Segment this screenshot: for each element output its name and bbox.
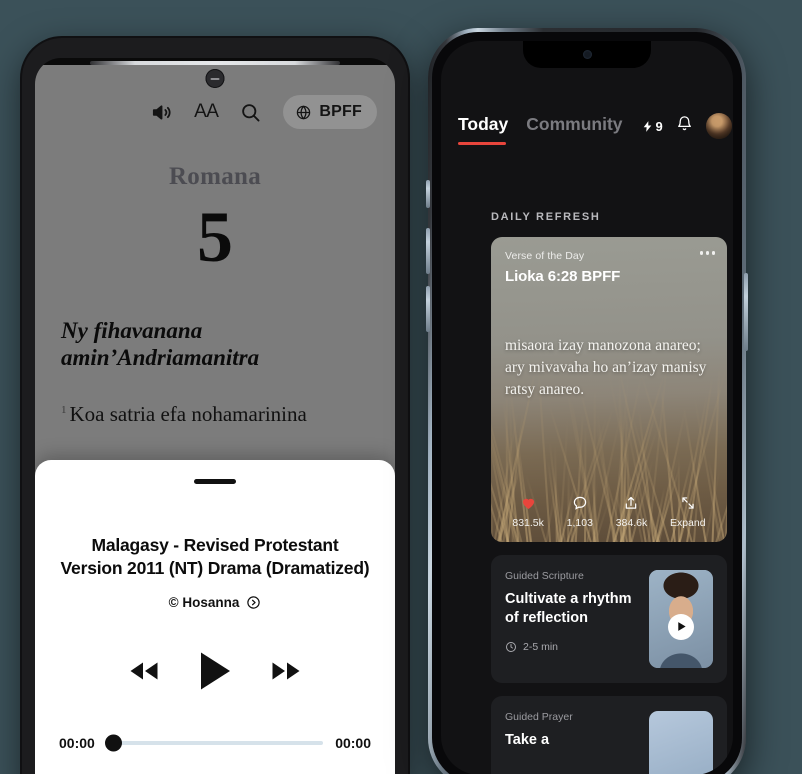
volume-up-button[interactable] — [426, 228, 430, 274]
section-label: DAILY REFRESH — [491, 211, 601, 223]
front-camera-icon — [582, 50, 592, 59]
right-phone-bezel: Today Community 9 DAILY REFRESH Verse of… — [432, 32, 742, 774]
expand-label: Expand — [669, 517, 706, 529]
comment-count: 1,103 — [566, 517, 593, 529]
comment-icon — [573, 496, 586, 510]
clock-icon — [506, 642, 516, 653]
section-heading: Ny fihavanana amin’Andriamanitra — [61, 318, 260, 371]
power-button[interactable] — [744, 273, 748, 351]
like-action[interactable]: 831.5k — [512, 495, 544, 529]
card-thumbnail[interactable] — [649, 711, 713, 774]
verse-paragraph: 1 Koa satria efa nohamarinina — [61, 399, 369, 431]
front-camera-icon — [205, 69, 225, 88]
share-action[interactable]: 384.6k — [615, 495, 648, 529]
streak-count: 9 — [655, 118, 663, 134]
votd-reference: Lioka 6:28 BPFF — [505, 268, 621, 285]
more-options-icon[interactable] — [699, 251, 715, 255]
track-title: Malagasy - Revised Protestant Version 20… — [60, 535, 370, 578]
votd-verse-text: misaora izay manozona anareo; ary mivava… — [505, 337, 707, 398]
share-icon — [626, 496, 637, 509]
left-phone-device: AA BPFF Romana 5 Ny fihavanana amin’Andr… — [22, 38, 408, 774]
card-title: Take a — [505, 732, 550, 748]
expand-action[interactable]: Expand — [670, 495, 706, 529]
header-actions: 9 — [641, 113, 732, 139]
heart-icon — [522, 498, 534, 509]
tab-community[interactable]: Community — [526, 114, 622, 138]
duration-label: 2-5 min — [523, 641, 559, 654]
card-title: Cultivate a rhythm of reflection — [505, 591, 632, 626]
fast-forward-icon[interactable] — [269, 659, 303, 688]
card-kicker: Guided Scripture — [505, 570, 584, 582]
language-label: BPFF — [319, 103, 362, 120]
font-size-button[interactable]: AA — [194, 101, 219, 123]
card-list: Verse of the Day Lioka 6:28 BPFF misaora… — [491, 237, 727, 774]
comment-action[interactable]: 1,103 — [567, 495, 593, 529]
globe-icon — [297, 104, 311, 120]
bell-icon[interactable] — [676, 115, 693, 137]
tab-today[interactable]: Today — [458, 114, 508, 145]
progress-slider[interactable] — [104, 734, 324, 751]
app-header: Today Community 9 — [441, 101, 733, 151]
play-icon[interactable] — [197, 650, 233, 697]
info-chevron-icon[interactable] — [246, 595, 261, 610]
card-kicker: Guided Prayer — [505, 711, 573, 723]
votd-kicker: Verse of the Day — [505, 250, 585, 262]
left-phone-frame: AA BPFF Romana 5 Ny fihavanana amin’Andr… — [35, 58, 395, 774]
mute-switch[interactable] — [426, 180, 430, 208]
grass-blade — [723, 421, 727, 542]
lightning-icon — [643, 120, 651, 132]
chapter-number: 5 — [197, 197, 233, 277]
share-count: 384.6k — [615, 517, 648, 529]
track-copyright-row[interactable]: © Hosanna — [59, 595, 371, 610]
card-text: Guided Prayer Take a — [505, 711, 649, 774]
card-duration: 2-5 min — [505, 641, 641, 653]
total-time: 00:00 — [335, 734, 371, 751]
language-selector-button[interactable]: BPFF — [283, 95, 377, 129]
copyright-label: © Hosanna — [168, 594, 240, 610]
card-thumbnail[interactable] — [649, 570, 713, 668]
rewind-icon[interactable] — [127, 659, 161, 688]
avatar[interactable] — [705, 113, 732, 139]
search-icon[interactable] — [239, 101, 262, 124]
guided-scripture-card[interactable]: Guided Scripture Cultivate a rhythm of r… — [491, 555, 727, 683]
votd-header: Verse of the Day Lioka 6:28 BPFF — [505, 250, 715, 285]
notch — [523, 41, 651, 68]
reader-content: Romana 5 Ny fihavanana amin’Andriamanitr… — [35, 139, 395, 431]
slider-thumb[interactable] — [104, 734, 122, 751]
votd-action-row: 831.5k 1,103 384.6k Expand — [501, 495, 717, 529]
sheet-drag-handle[interactable] — [194, 479, 236, 484]
transport-controls — [59, 650, 371, 697]
right-phone-screen: Today Community 9 DAILY REFRESH Verse of… — [441, 41, 733, 774]
reader-toolbar: AA BPFF — [35, 89, 395, 135]
verse-text: Koa satria efa nohamarinina — [69, 402, 307, 427]
left-phone-screen: AA BPFF Romana 5 Ny fihavanana amin’Andr… — [35, 65, 395, 774]
book-name: Romana — [168, 163, 262, 190]
scrubber-row: 00:00 00:00 — [59, 734, 371, 751]
guided-prayer-card[interactable]: Guided Prayer Take a — [491, 696, 727, 774]
play-icon[interactable] — [668, 613, 694, 640]
streak-badge[interactable]: 9 — [641, 119, 663, 134]
speaker-icon[interactable] — [150, 101, 173, 124]
like-count: 831.5k — [512, 517, 544, 529]
expand-icon — [682, 497, 694, 509]
volume-down-button[interactable] — [426, 286, 430, 332]
right-phone-device: Today Community 9 DAILY REFRESH Verse of… — [426, 28, 748, 774]
elapsed-time: 00:00 — [59, 734, 95, 751]
verse-number: 1 — [61, 404, 67, 417]
card-text: Guided Scripture Cultivate a rhythm of r… — [505, 570, 649, 668]
verse-of-the-day-card[interactable]: Verse of the Day Lioka 6:28 BPFF misaora… — [491, 237, 727, 542]
audio-player-sheet: Malagasy - Revised Protestant Version 20… — [35, 460, 395, 774]
